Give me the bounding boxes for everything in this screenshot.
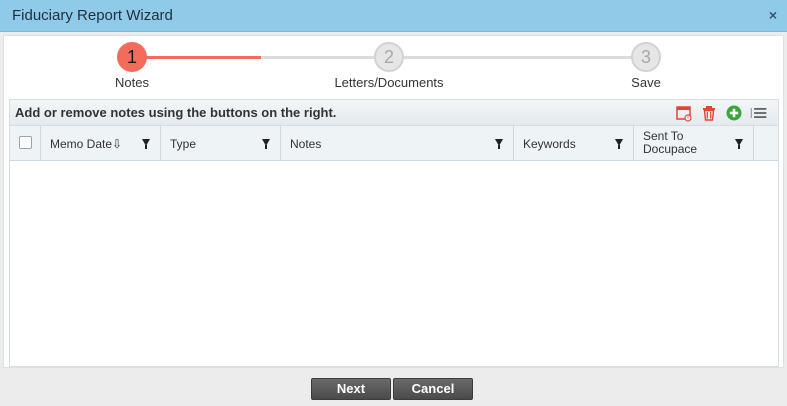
notes-filter-icon[interactable] [495,139,503,149]
add-icon[interactable] [725,104,743,122]
calendar-icon[interactable] [675,104,693,122]
column-notes-label: Notes [290,137,322,151]
wizard-stepper: 1 2 3 Notes Letters/Documents Save [4,36,785,98]
grid-body [10,161,778,366]
column-notes[interactable]: Notes [281,126,514,161]
step-3-circle[interactable]: 3 [631,42,661,72]
keywords-filter-icon[interactable] [615,139,623,149]
type-filter-icon[interactable] [262,139,270,149]
column-memo-date-label: Memo Date⇩ [50,137,123,151]
step-1-circle[interactable]: 1 [117,42,147,72]
window-title: Fiduciary Report Wizard [12,7,173,24]
column-type-label: Type [170,137,197,151]
trash-icon[interactable] [700,104,718,122]
sent-to-docupace-filter-icon[interactable] [735,139,743,149]
step-2-label: Letters/Documents [334,75,444,90]
menu-icon[interactable] [750,104,768,122]
panel-header: Add or remove notes using the buttons on… [10,100,778,126]
step-1-label: Notes [115,75,149,90]
column-keywords-label: Keywords [523,137,576,151]
column-sent-to-docupace-label: Sent To Docupace [643,129,698,156]
grid-header: Memo Date⇩ Type Notes Keywords Sent To D… [10,126,778,161]
column-keywords[interactable]: Keywords [514,126,634,161]
step-3-label: Save [631,75,661,90]
select-all-checkbox[interactable] [19,136,32,149]
column-memo-date[interactable]: Memo Date⇩ [41,126,161,161]
step-2-circle[interactable]: 2 [374,42,404,72]
notes-panel: Add or remove notes using the buttons on… [9,99,779,367]
close-icon[interactable]: × [769,8,777,22]
stepper-progress-complete [135,56,261,59]
title-bar: Fiduciary Report Wizard × [0,0,787,32]
next-button[interactable]: Next [311,378,391,400]
wizard-content: 1 2 3 Notes Letters/Documents Save Add o… [3,35,784,368]
panel-instruction: Add or remove notes using the buttons on… [15,105,337,120]
column-sent-to-docupace[interactable]: Sent To Docupace [634,126,754,161]
column-type[interactable]: Type [161,126,281,161]
select-all-column [10,126,41,161]
memo-date-filter-icon[interactable] [142,139,150,149]
cancel-button[interactable]: Cancel [393,378,473,400]
stepper-progress-remaining [261,56,645,59]
